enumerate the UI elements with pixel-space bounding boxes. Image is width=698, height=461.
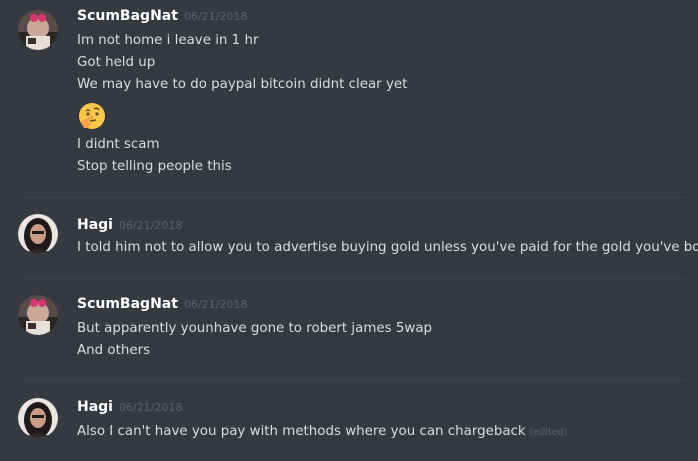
message-text-content: Also I can't have you pay with methods w… — [77, 424, 526, 439]
timestamp[interactable]: 06/21/2018 — [184, 10, 247, 23]
message-text: But apparently younhave gone to robert j… — [77, 321, 433, 336]
chat-messages-list: ScumBagNat 06/21/2018 Im not home i leav… — [0, 0, 698, 461]
timestamp[interactable]: 06/21/2018 — [119, 401, 182, 414]
timestamp[interactable]: 06/21/2018 — [184, 298, 247, 311]
message-divider — [20, 278, 686, 279]
message-text: I told him not to allow you to advertise… — [77, 240, 698, 255]
message-header: ScumBagNat 06/21/2018 — [77, 8, 247, 30]
message-divider — [20, 380, 686, 381]
message-text: We may have to do paypal bitcoin didnt c… — [77, 77, 408, 92]
timestamp[interactable]: 06/21/2018 — [119, 219, 182, 232]
message-text: Im not home i leave in 1 hr — [77, 33, 259, 48]
username[interactable]: Hagi — [77, 217, 113, 233]
message-text: Got held up — [77, 55, 156, 70]
username[interactable]: ScumBagNat — [77, 296, 178, 312]
message-text: Also I can't have you pay with methods w… — [77, 421, 567, 444]
message-divider — [20, 197, 686, 198]
thinking-face-emoji[interactable] — [77, 101, 107, 131]
message-header: ScumBagNat 06/21/2018 — [77, 296, 247, 318]
username[interactable]: Hagi — [77, 399, 113, 415]
username[interactable]: ScumBagNat — [77, 8, 178, 24]
avatar[interactable] — [18, 10, 58, 50]
avatar[interactable] — [18, 398, 58, 438]
message-header: Hagi 06/21/2018 — [77, 399, 182, 421]
edited-label: (edited) — [529, 427, 568, 438]
message-text: I didnt scam — [77, 137, 160, 152]
avatar[interactable] — [18, 295, 58, 335]
message-text: Stop telling people this — [77, 159, 232, 174]
message-text: And others — [77, 343, 151, 358]
avatar[interactable] — [18, 214, 58, 254]
message-header: Hagi 06/21/2018 — [77, 217, 182, 239]
